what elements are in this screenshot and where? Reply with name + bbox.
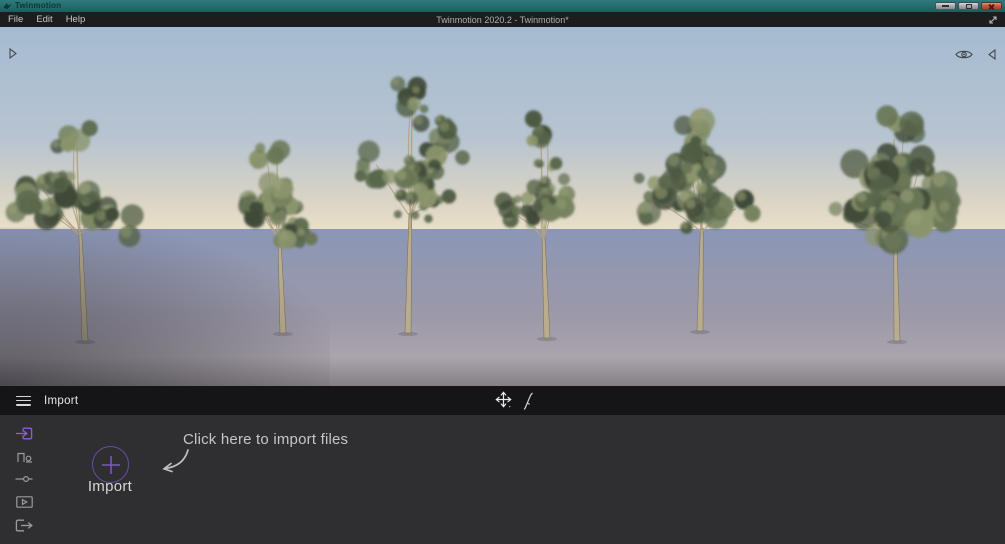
pen-tool-icon[interactable] <box>522 392 534 410</box>
play-icon[interactable] <box>9 48 17 59</box>
menu-help[interactable]: Help <box>66 12 86 27</box>
menu-edit[interactable]: Edit <box>36 12 52 27</box>
minimize-button[interactable] <box>935 2 956 10</box>
close-icon <box>988 3 995 10</box>
import-panel: Import Click here to import files <box>0 415 1005 544</box>
dock-item-export[interactable] <box>13 518 35 532</box>
dock-item-context[interactable] <box>13 449 35 463</box>
viewport-canvas[interactable] <box>0 27 1005 386</box>
document-title: Twinmotion 2020.2 - Twinmotion* <box>436 14 569 25</box>
media-icon <box>15 496 33 508</box>
slider-icon <box>15 475 33 483</box>
panel-title: Import <box>44 394 79 407</box>
import-button-label: Import <box>87 478 133 495</box>
dock-item-import[interactable] <box>13 426 35 440</box>
hamburger-menu-icon[interactable] <box>16 395 31 406</box>
dock-item-media[interactable] <box>13 495 35 509</box>
twinmotion-window: Twinmotion File Edit Help Twinmotion 202… <box>0 0 1005 544</box>
footer-toolbar: Import <box>0 386 1005 415</box>
dock <box>0 415 48 544</box>
menu-file[interactable]: File <box>8 12 23 27</box>
menu-bar: File Edit Help Twinmotion 2020.2 - Twinm… <box>0 12 1005 27</box>
os-title-bar[interactable]: Twinmotion <box>0 0 1005 12</box>
export-icon <box>15 519 33 531</box>
plus-icon <box>101 455 120 474</box>
close-button[interactable] <box>981 2 1002 10</box>
curved-arrow-icon <box>162 449 189 473</box>
move-tool-icon[interactable] <box>495 390 515 411</box>
context-icon <box>16 452 32 463</box>
import-hint-text: Click here to import files <box>183 431 349 448</box>
minimize-icon <box>942 5 949 7</box>
import-icon <box>16 427 33 439</box>
maximize-icon <box>965 3 972 9</box>
move-tool-caret <box>508 405 511 407</box>
collapse-left-icon[interactable] <box>988 49 996 60</box>
twinmotion-logo <box>3 2 12 9</box>
dock-item-settings[interactable] <box>13 472 35 486</box>
maximize-button[interactable] <box>958 2 979 10</box>
eye-icon[interactable] <box>955 49 973 60</box>
window-title: Twinmotion <box>15 1 62 10</box>
viewport <box>0 27 1005 386</box>
diagonal-resize-icon[interactable] <box>988 15 998 25</box>
